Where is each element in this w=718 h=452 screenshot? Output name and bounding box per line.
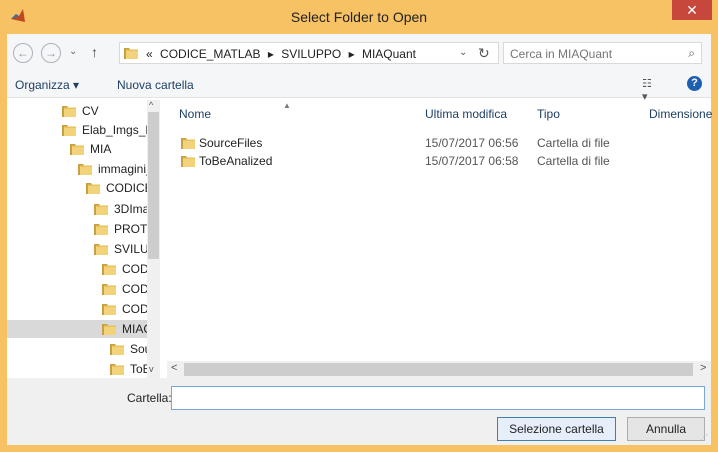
file-modified: 15/07/2017 06:56 bbox=[425, 136, 519, 150]
window-title: Select Folder to Open bbox=[290, 9, 428, 25]
column-header-modified[interactable]: Ultima modifica bbox=[425, 107, 507, 121]
breadcrumb-overflow[interactable]: « bbox=[146, 47, 153, 61]
breadcrumb-separator-icon[interactable]: ▸ bbox=[268, 47, 274, 61]
toolbar: Organizza ▾ Nuova cartella ☷ ▾ ? bbox=[7, 72, 711, 103]
navigation-tree[interactable]: CV Elab_Imgs_M MIA immagini_ CODICE_ 3DI… bbox=[7, 100, 160, 380]
resize-grip-icon[interactable]: ⋰ bbox=[700, 433, 708, 442]
tree-item[interactable]: Elab_Imgs_M bbox=[62, 121, 155, 139]
folder-icon bbox=[62, 105, 76, 117]
forward-button[interactable]: → bbox=[41, 43, 61, 63]
search-box[interactable]: ⌕ bbox=[503, 42, 702, 64]
list-header: Nome ▲ Ultima modifica Tipo Dimensione bbox=[167, 100, 712, 124]
address-bar[interactable]: « CODICE_MATLAB ▸ SVILUPPO ▸ MIAQuant ⌄ … bbox=[119, 42, 499, 64]
back-button[interactable]: ← bbox=[13, 43, 33, 63]
folder-icon bbox=[102, 303, 116, 315]
column-header-size[interactable]: Dimensione bbox=[649, 107, 712, 121]
file-row[interactable]: SourceFiles 15/07/2017 06:56 Cartella di… bbox=[167, 134, 711, 152]
tree-item[interactable]: 3DImag bbox=[94, 200, 156, 218]
folder-icon bbox=[94, 223, 108, 235]
tree-item[interactable]: PROTO bbox=[94, 220, 156, 238]
scroll-right-arrow-icon[interactable]: > bbox=[700, 362, 706, 374]
scrollbar-thumb[interactable] bbox=[184, 363, 693, 376]
file-type: Cartella di file bbox=[537, 136, 610, 150]
scroll-left-arrow-icon[interactable]: < bbox=[171, 362, 177, 374]
breadcrumb-item[interactable]: SVILUPPO bbox=[281, 47, 341, 61]
tree-item[interactable]: SVILUP bbox=[94, 240, 157, 258]
refresh-icon[interactable]: ↻ bbox=[478, 45, 490, 62]
folder-icon bbox=[102, 263, 116, 275]
file-name: ToBeAnalized bbox=[199, 154, 273, 168]
tree-item[interactable]: CODI bbox=[102, 300, 152, 318]
file-row[interactable]: ToBeAnalized 15/07/2017 06:58 Cartella d… bbox=[167, 152, 711, 170]
file-name: SourceFiles bbox=[199, 136, 263, 150]
search-icon[interactable]: ⌕ bbox=[688, 46, 695, 61]
new-folder-button[interactable]: Nuova cartella bbox=[117, 78, 194, 92]
folder-icon bbox=[94, 243, 108, 255]
cancel-button[interactable]: Annulla bbox=[627, 417, 705, 441]
tree-item-selected[interactable]: MIAC bbox=[7, 320, 152, 338]
tree-item[interactable]: MIA bbox=[70, 140, 147, 158]
breadcrumb: « CODICE_MATLAB ▸ SVILUPPO ▸ MIAQuant bbox=[146, 47, 420, 61]
tree-item[interactable]: CODICE_ bbox=[86, 179, 159, 197]
folder-icon bbox=[78, 163, 92, 175]
folder-icon bbox=[181, 155, 195, 167]
tree-item[interactable]: CODI bbox=[102, 260, 152, 278]
scroll-down-arrow-icon[interactable]: v bbox=[149, 364, 154, 374]
folder-icon bbox=[102, 283, 116, 295]
column-header-name[interactable]: Nome bbox=[179, 107, 211, 121]
organize-button[interactable]: Organizza ▾ bbox=[15, 78, 79, 92]
scroll-up-arrow-icon[interactable]: ^ bbox=[149, 100, 153, 110]
folder-icon bbox=[86, 182, 100, 194]
select-folder-button[interactable]: Selezione cartella bbox=[497, 417, 616, 441]
sort-ascending-icon: ▲ bbox=[283, 101, 291, 110]
breadcrumb-separator-icon[interactable]: ▸ bbox=[349, 47, 355, 61]
folder-icon bbox=[110, 343, 124, 355]
folder-input[interactable] bbox=[171, 386, 705, 410]
tree-vertical-scrollbar[interactable]: ^ v bbox=[147, 100, 160, 380]
view-options-icon[interactable]: ☷ ▾ bbox=[642, 77, 656, 103]
folder-icon bbox=[181, 137, 195, 149]
footer-panel: Cartella: Selezione cartella Annulla ⋰ bbox=[7, 378, 711, 445]
column-header-type[interactable]: Tipo bbox=[537, 107, 560, 121]
title-bar[interactable]: Select Folder to Open ✕ bbox=[0, 0, 718, 34]
tree-item[interactable]: ToB bbox=[110, 360, 151, 378]
folder-label: Cartella: bbox=[127, 391, 172, 405]
breadcrumb-item[interactable]: MIAQuant bbox=[362, 47, 416, 61]
file-type: Cartella di file bbox=[537, 154, 610, 168]
folder-icon bbox=[102, 323, 116, 335]
folder-icon bbox=[124, 47, 138, 59]
folder-icon bbox=[110, 363, 124, 375]
recent-locations-chevron-icon[interactable]: ⌄ bbox=[69, 46, 77, 57]
search-input[interactable] bbox=[510, 46, 670, 61]
close-button[interactable]: ✕ bbox=[672, 0, 712, 20]
breadcrumb-item[interactable]: CODICE_MATLAB bbox=[160, 47, 260, 61]
file-modified: 15/07/2017 06:58 bbox=[425, 154, 519, 168]
folder-icon bbox=[70, 143, 84, 155]
scrollbar-thumb[interactable] bbox=[148, 112, 159, 259]
tree-item[interactable]: CV bbox=[62, 102, 147, 120]
address-dropdown-icon[interactable]: ⌄ bbox=[459, 47, 467, 58]
folder-icon bbox=[94, 203, 108, 215]
tree-item[interactable]: immagini_ bbox=[78, 160, 153, 178]
tree-item[interactable]: Sou bbox=[110, 340, 151, 358]
folder-icon bbox=[62, 124, 76, 136]
tree-item[interactable]: CODI bbox=[102, 280, 152, 298]
address-row: ← → ⌄ ↑ « CODICE_MATLAB ▸ SVILUPPO ▸ MIA… bbox=[7, 34, 711, 72]
help-icon[interactable]: ? bbox=[687, 76, 702, 91]
dialog-client: ← → ⌄ ↑ « CODICE_MATLAB ▸ SVILUPPO ▸ MIA… bbox=[7, 34, 712, 445]
list-horizontal-scrollbar[interactable]: < > bbox=[167, 361, 711, 378]
up-button[interactable]: ↑ bbox=[91, 44, 98, 60]
